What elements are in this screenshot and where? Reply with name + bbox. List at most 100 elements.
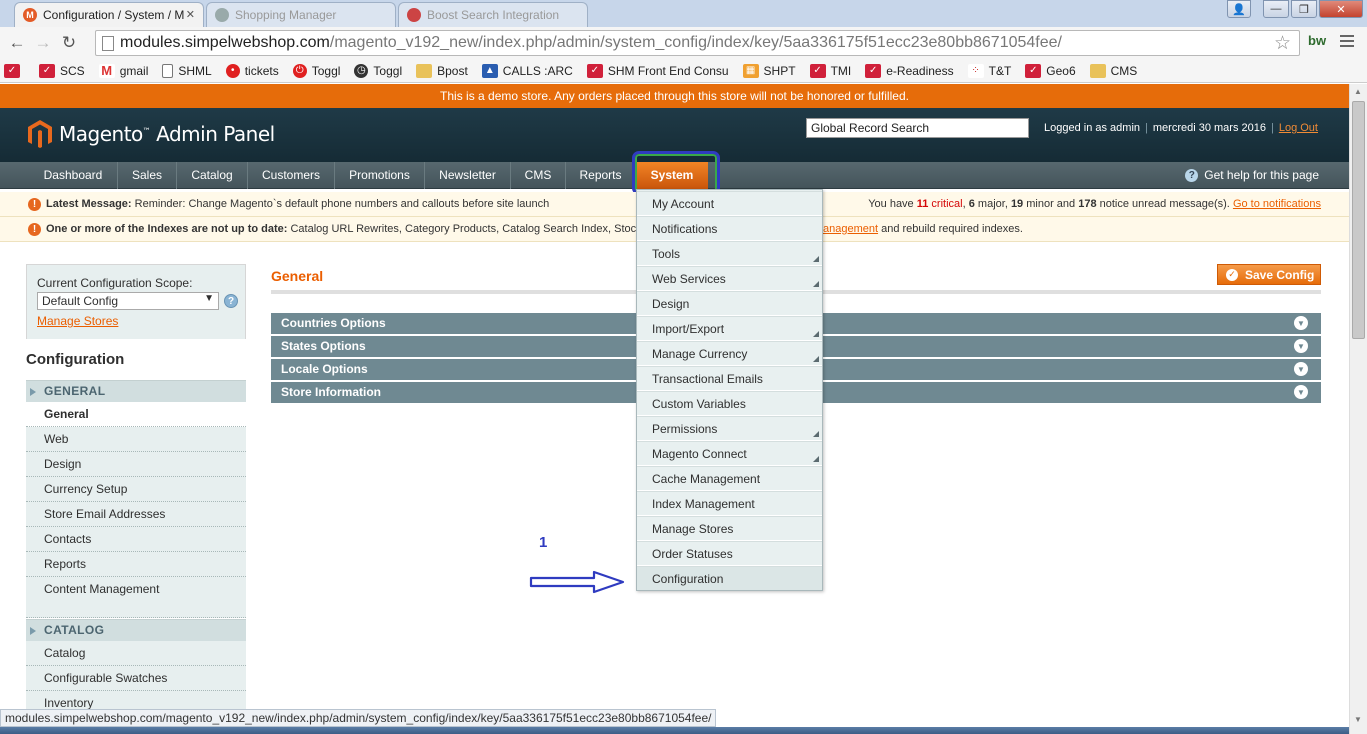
bookmark-item[interactable]: • tickets — [225, 63, 279, 78]
address-bar[interactable]: modules.simpelwebshop.com/magento_v192_n… — [95, 30, 1300, 56]
bookmark-item[interactable]: ✓ SCS — [39, 63, 85, 78]
menu-item-design[interactable]: Design — [637, 291, 822, 316]
check-circle-icon: ✓ — [1226, 268, 1238, 281]
nav-newsletter[interactable]: Newsletter — [425, 162, 511, 189]
index-message-label: One or more of the Indexes are not up to… — [46, 223, 288, 235]
expand-toggle-icon[interactable]: ▼ — [1294, 362, 1308, 376]
menu-item-configuration[interactable]: Configuration — [637, 566, 822, 590]
menu-item-tools[interactable]: Tools — [637, 241, 822, 266]
bookmark-red-icon: ✓ — [1025, 63, 1042, 78]
config-scope-box: Current Configuration Scope: Default Con… — [26, 264, 246, 339]
nav-cms[interactable]: CMS — [511, 162, 566, 189]
sidebar-item-reports[interactable]: Reports — [26, 552, 246, 577]
nav-reports[interactable]: Reports — [566, 162, 636, 189]
user-profile-icon[interactable]: 👤 — [1227, 0, 1251, 18]
bookmark-item[interactable]: Bpost — [416, 63, 468, 78]
bookmark-item[interactable]: ▦ SHPT — [742, 63, 796, 78]
scroll-down-icon[interactable]: ▼ — [1354, 715, 1362, 724]
sidebar-item-currency-setup[interactable]: Currency Setup — [26, 477, 246, 502]
sidebar-item-general[interactable]: General — [26, 402, 246, 427]
menu-item-my-account[interactable]: My Account — [637, 191, 822, 216]
global-search-input[interactable] — [806, 118, 1029, 138]
scrollbar-thumb[interactable] — [1352, 101, 1365, 339]
logout-link[interactable]: Log Out — [1279, 122, 1318, 134]
bookmark-item[interactable]: Mgmail — [98, 63, 148, 78]
sidebar-item-contacts[interactable]: Contacts — [26, 527, 246, 552]
browser-menu-icon[interactable] — [1340, 35, 1354, 50]
forward-arrow-icon[interactable]: → — [30, 30, 56, 56]
menu-item-manage-currency[interactable]: Manage Currency — [637, 341, 822, 366]
magento-logo[interactable]: Magento™ Admin Panel — [27, 119, 275, 149]
sidebar-group-catalog[interactable]: CATALOG — [26, 619, 246, 641]
logo-text: Magento — [59, 122, 143, 146]
nav-customers[interactable]: Customers — [248, 162, 335, 189]
bookmark-item[interactable]: ✓ SHM Front End Consu — [586, 63, 729, 78]
menu-item-web-services[interactable]: Web Services — [637, 266, 822, 291]
bookmark-star-icon[interactable]: ☆ — [1274, 32, 1291, 55]
expand-toggle-icon[interactable]: ▼ — [1294, 385, 1308, 399]
chevron-down-icon: ▼ — [204, 293, 214, 304]
menu-item-index-management[interactable]: Index Management — [637, 491, 822, 516]
bookmark-item[interactable]: ⏻ Toggl — [292, 63, 340, 78]
nav-promotions[interactable]: Promotions — [335, 162, 425, 189]
nav-sales[interactable]: Sales — [118, 162, 177, 189]
maximize-button[interactable]: ❐ — [1291, 0, 1317, 18]
index-management-link[interactable]: anagement — [823, 223, 878, 235]
menu-item-custom-variables[interactable]: Custom Variables — [637, 391, 822, 416]
back-arrow-icon[interactable]: ← — [4, 30, 30, 56]
url-host: modules.simpelwebshop.com — [120, 34, 330, 51]
manage-stores-link[interactable]: Manage Stores — [37, 314, 245, 328]
help-link[interactable]: ? Get help for this page — [1185, 162, 1319, 189]
reload-icon[interactable]: ↻ — [56, 30, 82, 56]
bookmark-item[interactable]: ◷ Toggl — [354, 63, 402, 78]
menu-item-cache-management[interactable]: Cache Management — [637, 466, 822, 491]
logo-suffix: Admin Panel — [150, 122, 275, 146]
browser-tab[interactable]: Shopping Manager — [206, 2, 396, 27]
menu-item-transactional-emails[interactable]: Transactional Emails — [637, 366, 822, 391]
bookmark-item[interactable]: ⁘ T&T — [967, 63, 1011, 78]
browser-tab-active[interactable]: M Configuration / System / M ✕ — [14, 2, 204, 27]
clock-icon: ◷ — [354, 63, 369, 78]
bookmark-item[interactable]: ▲ CALLS :ARC — [481, 63, 573, 78]
circle-red-icon: • — [225, 63, 240, 78]
expand-toggle-icon[interactable]: ▼ — [1294, 339, 1308, 353]
menu-item-notifications[interactable]: Notifications — [637, 216, 822, 241]
save-config-button[interactable]: ✓ Save Config — [1217, 264, 1321, 285]
bookmark-item[interactable]: ✓ Geo6 — [1025, 63, 1076, 78]
scope-help-icon[interactable]: ? — [224, 294, 238, 308]
bookmark-item[interactable]: CMS — [1089, 63, 1137, 78]
minimize-button[interactable]: — — [1263, 0, 1289, 18]
sidebar-item-store-email-addresses[interactable]: Store Email Addresses — [26, 502, 246, 527]
go-to-notifications-link[interactable]: Go to notifications — [1233, 198, 1321, 210]
bookmark-item[interactable]: ✓ TMI — [809, 63, 851, 78]
bookmark-item[interactable]: SHML — [162, 63, 212, 78]
menu-item-order-statuses[interactable]: Order Statuses — [637, 541, 822, 566]
window-close-button[interactable]: ✕ — [1319, 0, 1363, 18]
submenu-arrow-icon — [813, 431, 819, 437]
sidebar-item-catalog[interactable]: Catalog — [26, 641, 246, 666]
tab-close-icon[interactable]: ✕ — [186, 8, 195, 21]
extension-bw-icon[interactable]: bw — [1308, 33, 1326, 48]
folder-icon — [1089, 63, 1106, 78]
page-scrollbar[interactable]: ▲ ▼ — [1349, 84, 1367, 734]
menu-item-import-export[interactable]: Import/Export — [637, 316, 822, 341]
page-title: General — [271, 268, 324, 284]
sidebar-item-configurable-swatches[interactable]: Configurable Swatches — [26, 666, 246, 691]
menu-item-magento-connect[interactable]: Magento Connect — [637, 441, 822, 466]
menu-item-manage-stores[interactable]: Manage Stores — [637, 516, 822, 541]
scroll-up-icon[interactable]: ▲ — [1354, 87, 1362, 96]
sidebar-item-design[interactable]: Design — [26, 452, 246, 477]
menu-item-permissions[interactable]: Permissions — [637, 416, 822, 441]
bookmark-item[interactable]: ✓ e-Readiness — [865, 63, 954, 78]
bookmark-item[interactable]: ✓ — [4, 63, 25, 78]
sidebar-group-general[interactable]: GENERAL — [26, 380, 246, 402]
expand-toggle-icon[interactable]: ▼ — [1294, 316, 1308, 330]
sidebar-item-web[interactable]: Web — [26, 427, 246, 452]
nav-dashboard[interactable]: Dashboard — [29, 162, 118, 189]
sidebar-item-content-management[interactable]: Content Management — [26, 577, 246, 618]
scope-select[interactable]: Default Config ▼ — [37, 292, 219, 310]
bookmark-red-icon: ✓ — [865, 63, 882, 78]
browser-tab[interactable]: Boost Search Integration — [398, 2, 588, 27]
sidebar-title: Configuration — [26, 340, 244, 380]
nav-catalog[interactable]: Catalog — [177, 162, 248, 189]
